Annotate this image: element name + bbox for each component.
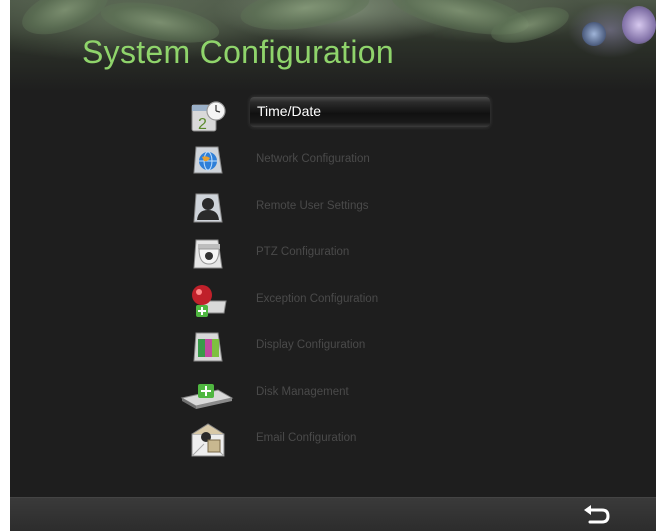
return-arrow-icon[interactable] bbox=[582, 502, 612, 528]
menu-item-label: Display Configuration bbox=[256, 339, 366, 351]
footer-bar bbox=[10, 497, 656, 531]
menu-item-disk-management[interactable]: Disk Management bbox=[170, 374, 500, 414]
menu-item-label: Email Configuration bbox=[256, 432, 357, 444]
menu-item-label: Disk Management bbox=[256, 386, 349, 398]
menu-item-label: Exception Configuration bbox=[256, 293, 379, 305]
color-display-icon bbox=[188, 329, 228, 365]
menu-item-network-configuration[interactable]: Network Configuration bbox=[170, 141, 500, 181]
configuration-menu: 2 Time/Date Network Configuration Remote… bbox=[10, 0, 656, 531]
dome-camera-icon bbox=[188, 236, 228, 272]
alarm-light-icon bbox=[188, 283, 228, 319]
system-configuration-screen: System Configuration 2 Time/Date Network… bbox=[10, 0, 656, 531]
menu-item-label: Network Configuration bbox=[256, 153, 370, 165]
menu-item-remote-user-settings[interactable]: Remote User Settings bbox=[170, 188, 500, 228]
menu-item-display-configuration[interactable]: Display Configuration bbox=[170, 327, 500, 367]
menu-item-email-configuration[interactable]: Email Configuration bbox=[170, 420, 500, 460]
menu-item-label: PTZ Configuration bbox=[256, 246, 350, 258]
menu-item-label: Time/Date bbox=[257, 103, 322, 119]
calendar-clock-icon: 2 bbox=[188, 99, 228, 135]
user-silhouette-icon bbox=[188, 190, 228, 226]
globe-network-icon bbox=[188, 143, 228, 179]
menu-item-ptz-configuration[interactable]: PTZ Configuration bbox=[170, 234, 500, 274]
hard-disk-icon bbox=[178, 376, 234, 412]
menu-item-label: Remote User Settings bbox=[256, 200, 369, 212]
menu-item-exception-configuration[interactable]: Exception Configuration bbox=[170, 281, 500, 321]
svg-text:2: 2 bbox=[198, 116, 207, 133]
envelope-icon bbox=[188, 422, 228, 458]
menu-item-time-date[interactable]: 2 Time/Date bbox=[170, 97, 500, 137]
